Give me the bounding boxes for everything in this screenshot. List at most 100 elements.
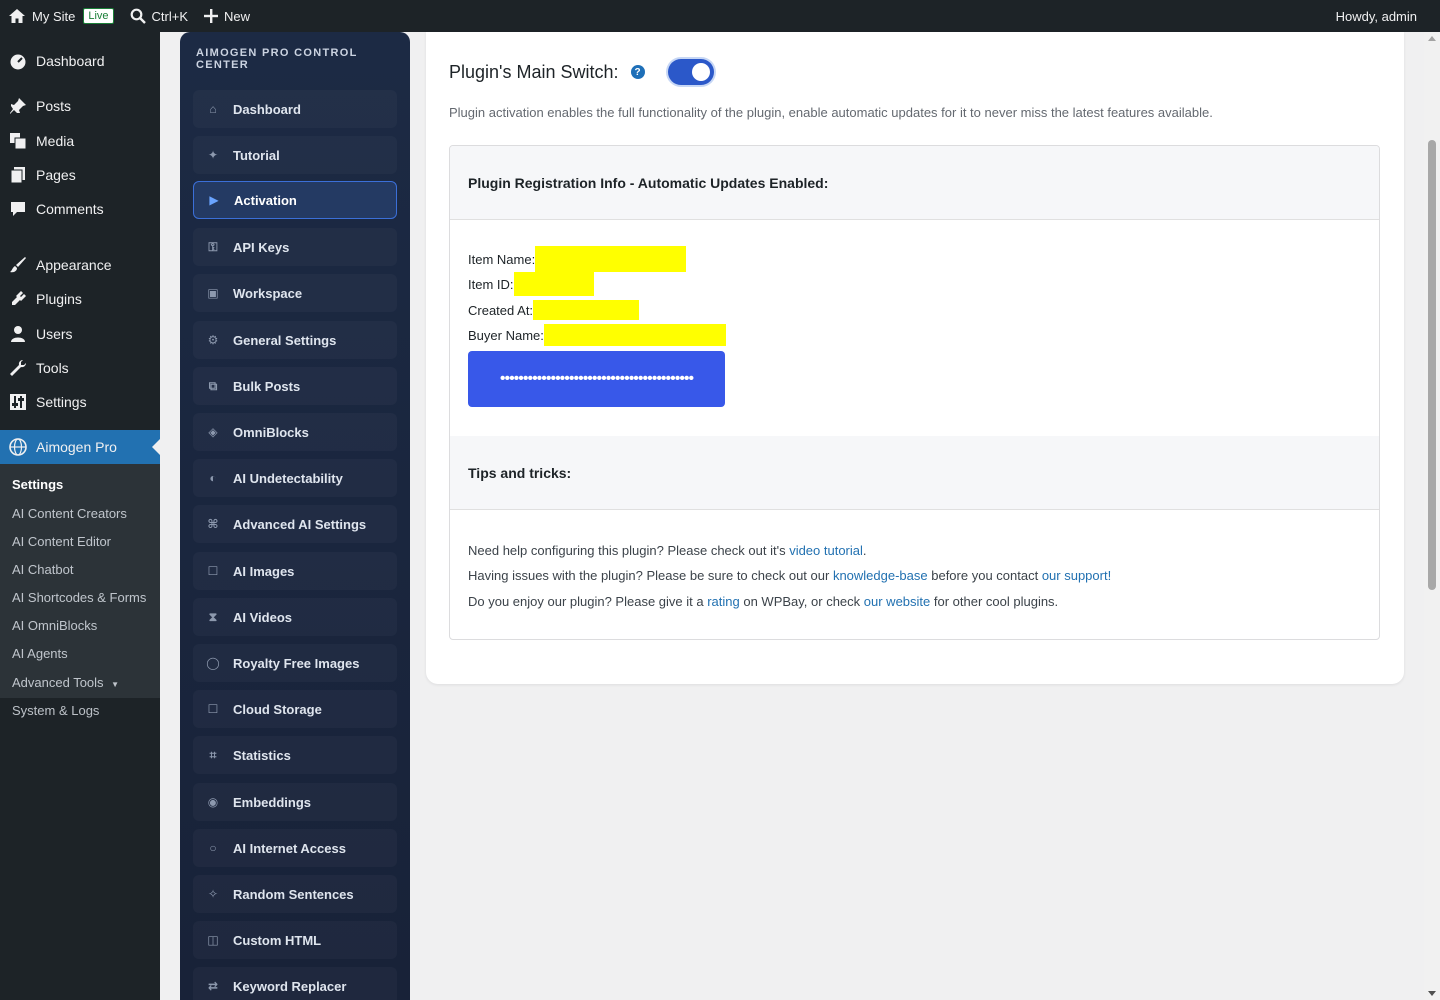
site-menu[interactable]: My Site Live — [0, 0, 122, 32]
menu-appearance[interactable]: Appearance — [0, 248, 160, 282]
menu-pages[interactable]: Pages — [0, 158, 160, 192]
plugin-nav-ai-videos[interactable]: ⧗ AI Videos — [193, 598, 397, 636]
plugin-nav-api-keys[interactable]: ⚿ API Keys — [193, 228, 397, 266]
menu-media[interactable]: Media — [0, 124, 160, 158]
star-outline-icon: ✧ — [207, 887, 219, 901]
rating-link[interactable]: rating — [707, 594, 740, 609]
activation-card: Plugin's Main Switch: ? Plugin activatio… — [426, 32, 1404, 684]
menu-posts[interactable]: Posts — [0, 89, 160, 123]
plugin-icon — [0, 290, 36, 308]
new-content-button[interactable]: New — [196, 0, 258, 32]
website-link[interactable]: our website — [864, 594, 930, 609]
plugin-nav-title: AIMOGEN PRO CONTROL CENTER — [196, 47, 358, 71]
plugin-nav-ai-internet-access[interactable]: ○ AI Internet Access — [193, 829, 397, 867]
target-icon: ◉ — [207, 795, 219, 809]
plugin-nav-general-settings[interactable]: ⚙ General Settings — [193, 321, 397, 359]
main-switch-row: Plugin's Main Switch: ? — [449, 59, 714, 85]
registration-box: Plugin Registration Info - Automatic Upd… — [449, 145, 1380, 640]
submenu-ai-content-editor[interactable]: AI Content Editor — [12, 534, 111, 549]
plugin-nav-ai-images[interactable]: ☐ AI Images — [193, 552, 397, 590]
support-link[interactable]: our support! — [1042, 568, 1111, 583]
hourglass-icon: ⧗ — [208, 609, 218, 624]
command-palette-button[interactable]: Ctrl+K — [122, 0, 196, 32]
media-icon — [0, 132, 36, 150]
account-menu[interactable]: Howdy, admin — [1336, 0, 1417, 32]
small-circle-icon: ○ — [209, 841, 217, 855]
scroll-down-arrow-icon[interactable] — [1428, 991, 1436, 996]
image-icon: ☐ — [207, 564, 219, 578]
storage-icon: ☐ — [207, 702, 219, 716]
plugin-nav-omniblocks[interactable]: ◈ OmniBlocks — [193, 413, 397, 451]
page-scrollbar[interactable] — [1424, 32, 1440, 1000]
tip-support: Having issues with the plugin? Please be… — [468, 568, 1112, 583]
main-switch-toggle[interactable] — [667, 59, 714, 85]
sparkle-icon: ✦ — [207, 148, 219, 162]
plugin-nav-custom-html[interactable]: ◫ Custom HTML — [193, 921, 397, 959]
plugin-nav-tutorial[interactable]: ✦ Tutorial — [193, 136, 397, 174]
workspace-icon: ▣ — [207, 286, 219, 300]
key-icon: ⚿ — [208, 239, 218, 254]
plus-icon — [204, 9, 219, 23]
license-key-button[interactable]: ••••••••••••••••••••••••••••••••••••••••… — [468, 351, 725, 407]
home-icon: ⌂ — [209, 102, 217, 116]
menu-settings[interactable]: Settings — [0, 385, 160, 419]
plugin-nav-advanced-ai-settings[interactable]: ⌘ Advanced AI Settings — [193, 505, 397, 543]
gear-icon: ⚙ — [207, 333, 219, 347]
paintbrush-icon — [0, 256, 36, 274]
menu-dashboard[interactable]: Dashboard — [0, 44, 160, 78]
scroll-up-arrow-icon[interactable] — [1428, 36, 1436, 41]
search-shortcut: Ctrl+K — [151, 8, 189, 24]
menu-plugins[interactable]: Plugins — [0, 282, 160, 316]
created-at-row: Created At: — [468, 300, 640, 320]
plugin-nav-dashboard[interactable]: ⌂ Dashboard — [193, 90, 397, 128]
item-name-redacted — [535, 246, 687, 272]
submenu-ai-shortcodes-forms[interactable]: AI Shortcodes & Forms — [12, 590, 146, 605]
plugin-nav-statistics[interactable]: ⌗ Statistics — [193, 736, 397, 774]
menu-tools[interactable]: Tools — [0, 351, 160, 385]
copy-icon: ⧉ — [208, 378, 218, 393]
search-icon — [130, 8, 146, 24]
plugin-nav-cloud-storage[interactable]: ☐ Cloud Storage — [193, 690, 397, 728]
plugin-nav-random-sentences[interactable]: ✧ Random Sentences — [193, 875, 397, 913]
submenu-system-logs[interactable]: System & Logs — [12, 703, 99, 718]
tips-title: Tips and tricks: — [450, 436, 1379, 510]
plugin-nav-royalty-free-images[interactable]: ◯ Royalty Free Images — [193, 644, 397, 682]
plugin-nav-bulk-posts[interactable]: ⧉ Bulk Posts — [193, 367, 397, 405]
plugin-nav-activation[interactable]: ▶ Activation — [193, 181, 397, 219]
knowledge-base-link[interactable]: knowledge-base — [833, 568, 928, 583]
swap-icon: ⇄ — [207, 979, 219, 993]
plugin-nav-keyword-replacer[interactable]: ⇄ Keyword Replacer — [193, 967, 397, 1000]
new-label: New — [224, 8, 251, 24]
submenu-ai-chatbot[interactable]: AI Chatbot — [12, 562, 73, 577]
menu-users[interactable]: Users — [0, 317, 160, 351]
plugin-nav-workspace[interactable]: ▣ Workspace — [193, 274, 397, 312]
user-icon — [0, 325, 36, 343]
submenu-ai-omniblocks[interactable]: AI OmniBlocks — [12, 618, 97, 633]
admin-bar: My Site Live Ctrl+K New Howdy, admin — [0, 0, 1440, 32]
plugin-control-nav: AIMOGEN PRO CONTROL CENTER ⌂ Dashboard ✦ T… — [180, 32, 410, 1000]
buyer-name-redacted — [543, 324, 726, 346]
howdy-text: Howdy, admin — [1335, 8, 1417, 24]
video-tutorial-link[interactable]: video tutorial — [789, 543, 863, 558]
main-switch-label: Plugin's Main Switch: — [449, 61, 619, 82]
submenu-ai-agents[interactable]: AI Agents — [12, 646, 68, 661]
help-icon[interactable]: ? — [630, 65, 645, 79]
tip-video-tutorial: Need help configuring this plugin? Pleas… — [468, 543, 867, 558]
item-name-row: Item Name: — [468, 246, 687, 272]
submenu-ai-content-creators[interactable]: AI Content Creators — [12, 506, 127, 521]
plugin-nav-embeddings[interactable]: ◉ Embeddings — [193, 783, 397, 821]
item-id-label: Item ID: — [468, 276, 514, 292]
buyer-name-label: Buyer Name: — [468, 327, 544, 343]
scrollbar-thumb[interactable] — [1428, 140, 1436, 590]
plugin-nav-ai-undetectability[interactable]: ◐ AI Undetectability — [193, 459, 397, 497]
menu-aimogen-pro[interactable]: Aimogen Pro — [0, 430, 160, 464]
aimogen-submenu: Settings AI Content Creators AI Content … — [0, 464, 160, 718]
globe-icon — [0, 438, 36, 456]
caret-down-icon: ▼ — [111, 680, 120, 689]
submenu-settings[interactable]: Settings — [12, 477, 63, 492]
comment-icon — [0, 200, 36, 218]
item-name-label: Item Name: — [468, 251, 536, 267]
submenu-advanced-tools[interactable]: Advanced Tools ▼ — [12, 675, 119, 690]
menu-comments[interactable]: Comments — [0, 192, 160, 226]
half-circle-icon: ◐ — [209, 471, 217, 485]
